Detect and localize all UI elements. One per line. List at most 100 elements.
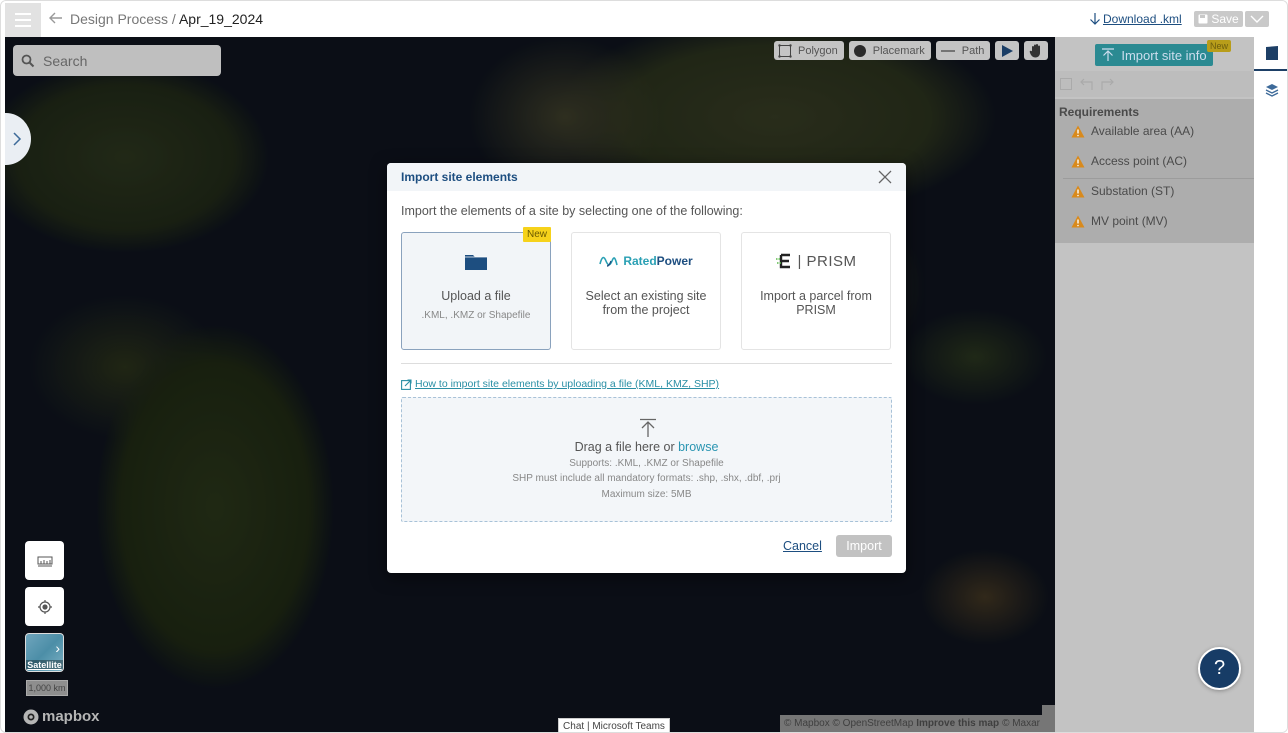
chevron-right-icon: › — [55, 640, 60, 656]
checkbox-icon[interactable] — [1060, 78, 1072, 90]
tab-layers[interactable] — [1254, 73, 1287, 107]
close-icon[interactable] — [876, 168, 894, 186]
attribution-toggle[interactable] — [1042, 705, 1055, 715]
save-button[interactable]: Save — [1194, 11, 1243, 27]
placemark-tool[interactable]: Placemark — [848, 41, 931, 60]
requirement-label: MV point (MV) — [1091, 214, 1168, 228]
dialog-title: Import site elements — [401, 170, 518, 184]
locate-button[interactable] — [25, 587, 64, 626]
warning-icon — [1071, 185, 1085, 197]
site-panel: Import site info New Requirements Availa… — [1055, 37, 1254, 732]
attrib-osm[interactable]: © OpenStreetMap — [833, 718, 914, 729]
pan-tool[interactable] — [1024, 41, 1049, 60]
save-options-dropdown[interactable] — [1245, 11, 1269, 27]
select-tool[interactable] — [995, 41, 1020, 60]
hand-icon — [1030, 44, 1041, 58]
import-site-info-label: Import site info — [1121, 47, 1207, 63]
option-subtitle: .KML, .KMZ or Shapefile — [421, 310, 531, 321]
option-title: Select an existing site from the project — [585, 289, 707, 317]
dropzone-supports: Supports: .KML, .KMZ or Shapefile — [569, 458, 724, 469]
option-prism-parcel[interactable]: | PRISM Import a parcel from PRISM — [741, 232, 891, 350]
file-dropzone[interactable]: Drag a file here or browse Supports: .KM… — [401, 397, 892, 522]
ruler-icon — [37, 556, 52, 566]
back-arrow-icon[interactable] — [48, 10, 64, 26]
tab-site[interactable] — [1254, 37, 1287, 71]
pointer-icon — [1002, 44, 1014, 57]
ratedpower-wordmark: RatedPower — [623, 254, 692, 268]
upload-arrow-icon — [640, 418, 656, 437]
panel-tab-rail — [1254, 37, 1287, 732]
requirements-section: Requirements Available area (AA) Access … — [1055, 99, 1254, 243]
basemap-switcher[interactable]: › Satellite — [25, 633, 64, 672]
app-window: Design Process / Apr_19_2024 Download .k… — [0, 0, 1288, 733]
dialog-divider — [401, 363, 892, 364]
dropzone-shp-note: SHP must include all mandatory formats: … — [512, 473, 781, 484]
redo-icon[interactable] — [1100, 78, 1116, 90]
new-badge: New — [1207, 40, 1232, 52]
polygon-tool-label: Polygon — [798, 44, 838, 57]
ratedpower-logo-icon — [599, 256, 619, 267]
undo-icon[interactable] — [1078, 78, 1094, 90]
new-badge: New — [522, 227, 551, 242]
requirement-item[interactable]: Substation (ST) — [1071, 184, 1174, 198]
download-kml-link[interactable]: Download .kml — [1089, 12, 1182, 26]
panel-actions — [1055, 71, 1254, 97]
crosshair-icon — [37, 599, 52, 614]
panel-header: Import site info New — [1055, 37, 1254, 71]
warning-icon — [1071, 155, 1085, 167]
path-tool[interactable]: Path — [935, 41, 991, 60]
requirements-divider — [1063, 178, 1254, 179]
search-input[interactable] — [43, 52, 203, 69]
import-button[interactable]: Import — [836, 535, 892, 557]
download-label: Download .kml — [1103, 12, 1182, 26]
save-label: Save — [1211, 12, 1239, 26]
brand-part: Power — [656, 254, 693, 268]
browse-link[interactable]: browse — [678, 440, 718, 454]
requirement-item[interactable]: Access point (AC) — [1071, 154, 1187, 168]
measure-button[interactable] — [25, 541, 64, 580]
requirement-item[interactable]: MV point (MV) — [1071, 214, 1168, 228]
dropzone-max-size: Maximum size: 5MB — [601, 489, 692, 500]
menu-button[interactable] — [5, 3, 41, 37]
menu-icon-line — [15, 25, 31, 27]
requirement-label: Access point (AC) — [1091, 154, 1188, 168]
warning-icon — [1071, 125, 1085, 137]
import-site-elements-dialog: Import site elements Import the elements… — [387, 163, 906, 573]
how-to-import-link[interactable]: How to import site elements by uploading… — [401, 378, 719, 390]
requirements-title: Requirements — [1059, 105, 1140, 119]
option-title: Upload a file — [441, 289, 511, 303]
breadcrumb-current: Apr_19_2024 — [178, 11, 264, 27]
placemark-icon — [853, 44, 866, 57]
help-button[interactable]: ? — [1198, 647, 1241, 690]
cancel-button[interactable]: Cancel — [783, 539, 822, 553]
breadcrumb-parent[interactable]: Design Process — [70, 11, 168, 27]
mapbox-icon — [23, 709, 39, 724]
requirement-item[interactable]: Available area (AA) — [1071, 124, 1194, 138]
folder-icon — [465, 254, 487, 270]
option-ratedpower-site[interactable]: RatedPower Select an existing site from … — [571, 232, 721, 350]
dialog-intro: Import the elements of a site by selecti… — [401, 204, 743, 218]
chevron-right-icon — [13, 132, 22, 146]
attrib-maxar[interactable]: © Maxar — [1002, 718, 1040, 729]
chevron-down-icon — [1250, 15, 1264, 23]
save-icon — [1198, 14, 1208, 24]
option-logo: RatedPower — [572, 250, 720, 272]
chat-teams-tab[interactable]: Chat | Microsoft Teams — [558, 718, 670, 732]
import-site-info-button[interactable]: Import site info — [1095, 44, 1213, 66]
dropzone-text: Drag a file here or — [574, 440, 679, 454]
menu-icon-line — [15, 13, 31, 15]
site-shape-icon — [1265, 46, 1278, 60]
prism-logo-icon — [776, 253, 791, 269]
how-to-import-label: How to import site elements by uploading… — [415, 378, 720, 390]
improve-map-link[interactable]: Improve this map — [916, 718, 999, 729]
option-upload-file[interactable]: New Upload a file .KML, .KMZ or Shapefil… — [401, 227, 551, 350]
drawing-toolbar: Polygon Placemark Path — [774, 41, 1049, 60]
attrib-mapbox[interactable]: © Mapbox — [784, 718, 830, 729]
option-title: Import a parcel from PRISM — [760, 289, 872, 317]
brand-part: Rated — [623, 254, 657, 268]
map-scale: 1,000 km — [26, 680, 68, 696]
basemap-label: Satellite — [26, 660, 63, 670]
map-attribution: © Mapbox © OpenStreetMap Improve this map… — [780, 715, 1055, 732]
mapbox-logo[interactable]: mapbox — [23, 708, 100, 725]
polygon-tool[interactable]: Polygon — [774, 41, 844, 60]
